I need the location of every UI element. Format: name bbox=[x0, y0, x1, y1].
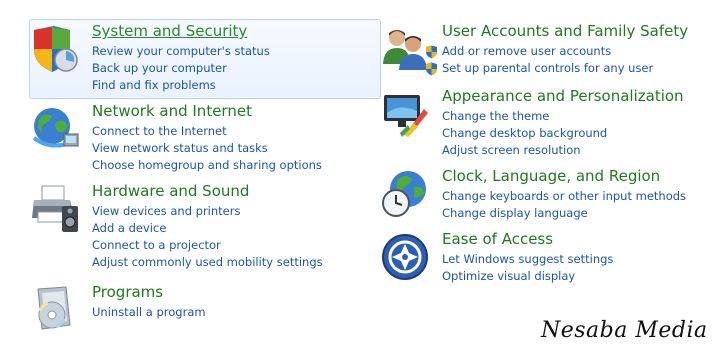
display-language-link[interactable]: Change display language bbox=[442, 205, 686, 222]
view-network-status-link[interactable]: View network status and tasks bbox=[92, 140, 322, 157]
ease-of-access-title[interactable]: Ease of Access bbox=[442, 230, 613, 249]
uac-shield-icon bbox=[426, 45, 437, 59]
find-fix-problems-link[interactable]: Find and fix problems bbox=[92, 77, 270, 94]
printer-speaker-icon[interactable] bbox=[30, 184, 80, 234]
user-accounts-title[interactable]: User Accounts and Family Safety bbox=[442, 22, 688, 41]
connect-to-internet-link[interactable]: Connect to the Internet bbox=[92, 123, 322, 140]
hardware-and-sound-title[interactable]: Hardware and Sound bbox=[92, 182, 323, 201]
watermark-text: Nesaba Media bbox=[541, 318, 708, 343]
optimize-visual-link[interactable]: Optimize visual display bbox=[442, 268, 613, 285]
globe-clock-icon[interactable] bbox=[380, 169, 430, 219]
homegroup-sharing-link[interactable]: Choose homegroup and sharing options bbox=[92, 157, 322, 174]
network-and-internet-title[interactable]: Network and Internet bbox=[92, 102, 322, 121]
uninstall-program-link[interactable]: Uninstall a program bbox=[92, 304, 206, 321]
add-device-link[interactable]: Add a device bbox=[92, 220, 323, 237]
programs-disc-icon[interactable] bbox=[30, 285, 80, 335]
view-devices-printers-link[interactable]: View devices and printers bbox=[92, 203, 323, 220]
ease-of-access-icon[interactable] bbox=[380, 232, 430, 282]
parental-controls-link[interactable]: Set up parental controls for any user bbox=[425, 60, 688, 77]
users-icon[interactable] bbox=[380, 24, 430, 74]
back-up-computer-link[interactable]: Back up your computer bbox=[92, 60, 270, 77]
add-remove-accounts-link[interactable]: Add or remove user accounts bbox=[425, 43, 688, 60]
parental-controls-label: Set up parental controls for any user bbox=[442, 61, 654, 75]
programs-title[interactable]: Programs bbox=[92, 283, 206, 302]
appearance-title[interactable]: Appearance and Personalization bbox=[442, 87, 684, 106]
change-keyboards-link[interactable]: Change keyboards or other input methods bbox=[442, 188, 686, 205]
change-background-link[interactable]: Change desktop background bbox=[442, 125, 684, 142]
mobility-settings-link[interactable]: Adjust commonly used mobility settings bbox=[92, 254, 323, 271]
suggest-settings-link[interactable]: Let Windows suggest settings bbox=[442, 251, 613, 268]
review-computer-status-link[interactable]: Review your computer's status bbox=[92, 43, 270, 60]
network-globe-icon[interactable] bbox=[30, 104, 80, 154]
screen-resolution-link[interactable]: Adjust screen resolution bbox=[442, 142, 684, 159]
connect-projector-link[interactable]: Connect to a projector bbox=[92, 237, 323, 254]
security-shield-icon[interactable] bbox=[30, 24, 80, 74]
clock-language-title[interactable]: Clock, Language, and Region bbox=[442, 167, 686, 186]
change-theme-link[interactable]: Change the theme bbox=[442, 108, 684, 125]
uac-shield-icon bbox=[426, 62, 437, 76]
add-remove-accounts-label: Add or remove user accounts bbox=[442, 44, 612, 58]
monitor-paint-icon[interactable] bbox=[380, 89, 430, 139]
system-and-security-title[interactable]: System and Security bbox=[92, 22, 270, 41]
